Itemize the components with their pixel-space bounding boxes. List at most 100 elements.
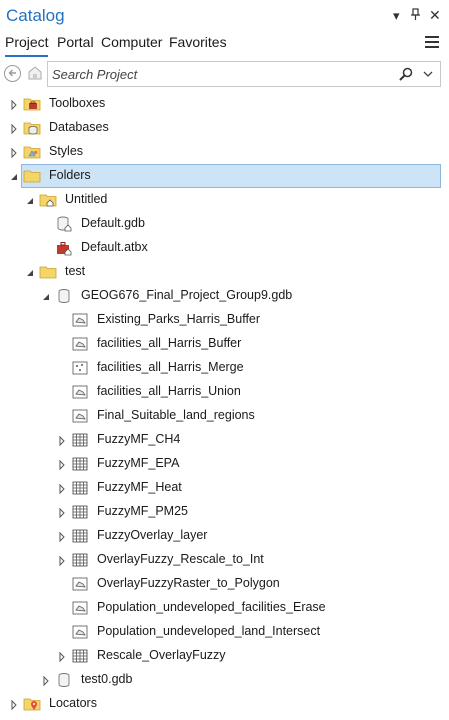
tree-item[interactable]: Population_undeveloped_land_Intersect	[0, 620, 449, 644]
tree-item-label: FuzzyMF_Heat	[97, 480, 182, 494]
polygon-feature-class-icon	[71, 623, 89, 641]
geodatabase-home-icon	[55, 215, 73, 233]
tree-item[interactable]: FuzzyMF_PM25	[0, 500, 449, 524]
tree-item-label: facilities_all_Harris_Merge	[97, 360, 244, 374]
home-icon[interactable]	[26, 64, 44, 82]
tree-item-label: Existing_Parks_Harris_Buffer	[97, 312, 261, 326]
tree-item[interactable]: facilities_all_Harris_Merge	[0, 356, 449, 380]
pin-icon[interactable]	[410, 8, 421, 24]
tree-item-label: facilities_all_Harris_Union	[97, 384, 241, 398]
toolbox-home-icon	[55, 239, 73, 257]
tree-item[interactable]: Toolboxes	[0, 92, 449, 116]
tree-item-label: Styles	[49, 144, 84, 158]
collapsed-chevron-icon[interactable]	[56, 434, 68, 447]
tab-favorites[interactable]: Favorites	[169, 34, 227, 50]
tree-item-label: GEOG676_Final_Project_Group9.gdb	[81, 288, 293, 302]
raster-icon	[71, 431, 89, 449]
tree-item-label: OverlayFuzzyRaster_to_Polygon	[97, 576, 280, 590]
tree-item[interactable]: test0.gdb	[0, 668, 449, 692]
styles-folder-icon	[23, 143, 41, 161]
polygon-feature-class-icon	[71, 575, 89, 593]
tree-item-label: FuzzyOverlay_layer	[97, 528, 208, 542]
search-icon[interactable]	[398, 66, 414, 82]
geodatabase-icon	[55, 287, 73, 305]
raster-icon	[71, 647, 89, 665]
tree-item-label: test	[65, 264, 86, 278]
tab-project[interactable]: Project	[5, 34, 49, 50]
geodatabase-icon	[55, 671, 73, 689]
locator-folder-icon	[23, 695, 41, 713]
collapsed-chevron-icon[interactable]	[56, 482, 68, 495]
tree-item[interactable]: FuzzyMF_CH4	[0, 428, 449, 452]
tree-item-label: Default.atbx	[81, 240, 148, 254]
tree-item[interactable]: GEOG676_Final_Project_Group9.gdb	[0, 284, 449, 308]
folder-icon	[23, 167, 41, 185]
pane-title: Catalog	[6, 6, 65, 25]
tree-item[interactable]: Default.gdb	[0, 212, 449, 236]
raster-icon	[71, 527, 89, 545]
tree-item[interactable]: OverlayFuzzyRaster_to_Polygon	[0, 572, 449, 596]
pane-options-dropdown-icon[interactable]: ▾	[393, 8, 400, 24]
raster-icon	[71, 551, 89, 569]
tree-item[interactable]: test	[0, 260, 449, 284]
tree-item[interactable]: Final_Suitable_land_regions	[0, 404, 449, 428]
tab-computer[interactable]: Computer	[101, 34, 162, 50]
expanded-triangle-icon[interactable]	[40, 290, 52, 302]
collapsed-chevron-icon[interactable]	[56, 650, 68, 663]
tree-item[interactable]: Rescale_OverlayFuzzy	[0, 644, 449, 668]
collapsed-chevron-icon[interactable]	[56, 506, 68, 519]
point-feature-class-icon	[71, 359, 89, 377]
tree-item-label: Population_undeveloped_land_Intersect	[97, 624, 321, 638]
raster-icon	[71, 503, 89, 521]
collapsed-chevron-icon[interactable]	[56, 530, 68, 543]
tree-item-label: Untitled	[65, 192, 108, 206]
back-arrow-icon[interactable]	[4, 65, 21, 82]
tree-item-label: Default.gdb	[81, 216, 145, 230]
tree-item[interactable]: Styles	[0, 140, 449, 164]
tree-item-label: test0.gdb	[81, 672, 133, 686]
expanded-triangle-icon[interactable]	[24, 194, 36, 206]
collapsed-chevron-icon[interactable]	[8, 122, 20, 135]
hamburger-menu-icon[interactable]	[425, 36, 439, 50]
tree-item[interactable]: Existing_Parks_Harris_Buffer	[0, 308, 449, 332]
polygon-feature-class-icon	[71, 383, 89, 401]
tab-portal[interactable]: Portal	[57, 34, 94, 50]
chevron-down-icon[interactable]	[422, 67, 434, 79]
toolbox-folder-icon	[23, 95, 41, 113]
expanded-triangle-icon[interactable]	[8, 170, 20, 182]
search-box	[47, 61, 441, 87]
tree-item[interactable]: facilities_all_Harris_Buffer	[0, 332, 449, 356]
search-input[interactable]	[52, 65, 392, 83]
raster-icon	[71, 479, 89, 497]
tree-item[interactable]: OverlayFuzzy_Rescale_to_Int	[0, 548, 449, 572]
tree-item[interactable]: FuzzyMF_EPA	[0, 452, 449, 476]
pane-titlebar: Catalog ▾ ✕	[0, 0, 449, 32]
polygon-feature-class-icon	[71, 335, 89, 353]
tree-item[interactable]: Default.atbx	[0, 236, 449, 260]
tree-item[interactable]: Locators	[0, 692, 449, 716]
tree-item[interactable]: Databases	[0, 116, 449, 140]
tree-item[interactable]: Untitled	[0, 188, 449, 212]
tree-item-label: facilities_all_Harris_Buffer	[97, 336, 242, 350]
expanded-triangle-icon[interactable]	[24, 266, 36, 278]
collapsed-chevron-icon[interactable]	[8, 698, 20, 711]
collapsed-chevron-icon[interactable]	[56, 458, 68, 471]
collapsed-chevron-icon[interactable]	[40, 674, 52, 687]
tree-item[interactable]: Folders	[0, 164, 449, 188]
tree-item-label: Folders	[49, 168, 91, 182]
catalog-tabs: Project Portal Computer Favorites	[0, 32, 449, 58]
tree-item[interactable]: Population_undeveloped_facilities_Erase	[0, 596, 449, 620]
collapsed-chevron-icon[interactable]	[8, 146, 20, 159]
tree-item-label: Rescale_OverlayFuzzy	[97, 648, 226, 662]
search-bar	[0, 60, 449, 88]
tree-item-label: OverlayFuzzy_Rescale_to_Int	[97, 552, 264, 566]
collapsed-chevron-icon[interactable]	[8, 98, 20, 111]
collapsed-chevron-icon[interactable]	[56, 554, 68, 567]
close-icon[interactable]: ✕	[429, 7, 441, 24]
tree-item[interactable]: facilities_all_Harris_Union	[0, 380, 449, 404]
tree-item-label: FuzzyMF_PM25	[97, 504, 188, 518]
tree-item-label: Final_Suitable_land_regions	[97, 408, 255, 422]
active-tab-indicator	[5, 55, 48, 57]
tree-item[interactable]: FuzzyMF_Heat	[0, 476, 449, 500]
tree-item[interactable]: FuzzyOverlay_layer	[0, 524, 449, 548]
